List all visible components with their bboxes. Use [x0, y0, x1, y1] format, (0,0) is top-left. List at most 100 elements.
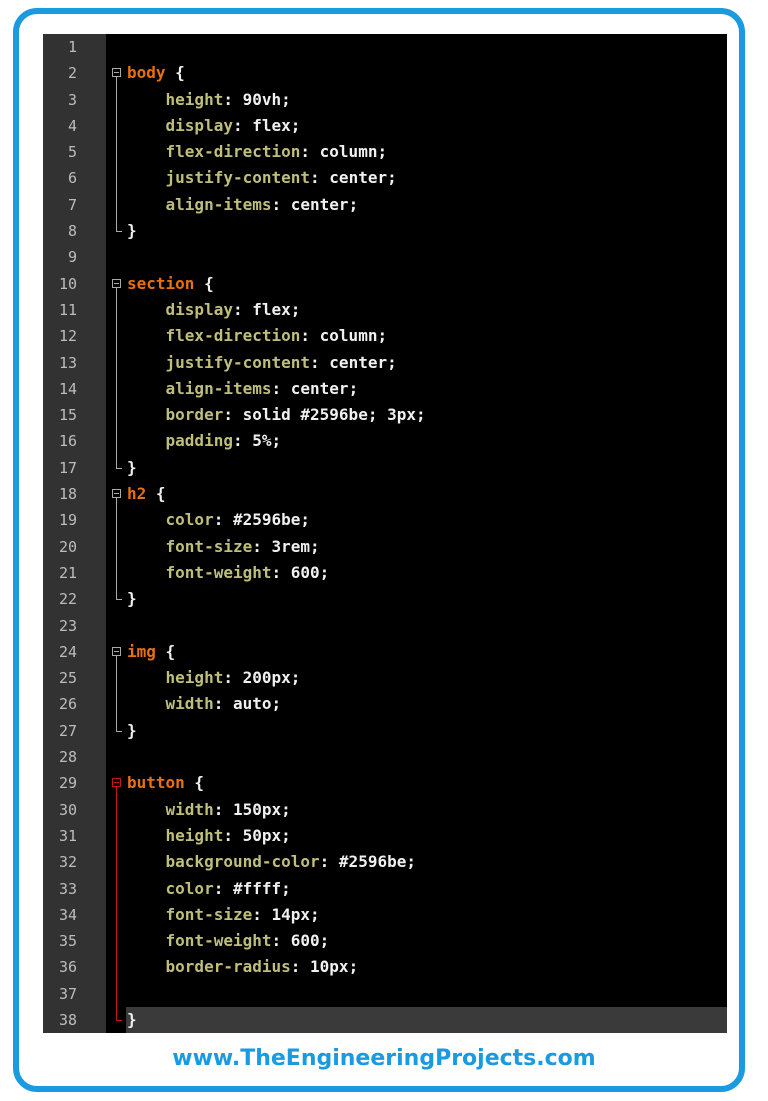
code-text: flex-direction: column;	[127, 323, 388, 349]
css-value: 600;	[290, 931, 330, 951]
code-line[interactable]: 38}	[43, 1006, 727, 1033]
line-number: 36	[58, 958, 77, 977]
code-text: font-size: 14px;	[127, 902, 320, 928]
code-line[interactable]: 22}	[43, 586, 727, 612]
code-line[interactable]: 20 font-size: 3rem;	[43, 534, 727, 560]
css-selector: h2	[127, 484, 147, 504]
code-text: display: flex;	[127, 113, 301, 139]
fold-guide-line	[116, 787, 117, 1021]
code-punctuation: :	[232, 115, 253, 135]
code-punctuation: :	[232, 431, 253, 451]
code-line[interactable]: 37	[43, 981, 727, 1007]
fold-end-marker	[116, 467, 122, 469]
code-text: color: #2596be;	[127, 507, 311, 533]
code-editor[interactable]: 1 2 body {3 height: 90vh; 4 display: flex; 5…	[43, 34, 727, 1033]
code-line[interactable]: 2 body {	[43, 60, 727, 86]
code-line[interactable]: 33 color: #ffff;	[43, 876, 727, 902]
code-punctuation	[127, 826, 166, 845]
line-number: 34	[58, 905, 77, 924]
code-line[interactable]: 16 padding: 5%;	[43, 428, 727, 454]
code-line[interactable]: 26 width: auto;	[43, 691, 727, 717]
css-selector: body	[127, 63, 166, 83]
css-value: column;	[319, 142, 388, 162]
fold-toggle-icon[interactable]	[112, 68, 121, 78]
css-value: column;	[319, 326, 388, 346]
code-line[interactable]: 4 display: flex;	[43, 113, 727, 139]
code-text: font-size: 3rem;	[127, 534, 320, 560]
code-line[interactable]: 31 height: 50px;	[43, 823, 727, 849]
line-number: 7	[67, 195, 77, 214]
code-line[interactable]: 10 section {	[43, 271, 727, 297]
fold-end-marker	[116, 231, 122, 233]
code-line[interactable]: 13 justify-content: center;	[43, 350, 727, 376]
code-line[interactable]: 6 justify-content: center;	[43, 165, 727, 191]
code-text: align-items: center;	[127, 192, 359, 218]
fold-toggle-icon[interactable]	[112, 278, 121, 288]
fold-toggle-icon[interactable]	[112, 646, 121, 656]
code-punctuation	[127, 668, 166, 687]
code-line[interactable]: 14 align-items: center;	[43, 376, 727, 402]
css-selector: img	[127, 641, 156, 661]
code-line[interactable]: 27}	[43, 718, 727, 744]
code-punctuation	[127, 116, 166, 135]
code-line[interactable]: 35 font-weight: 600;	[43, 928, 727, 954]
fold-toggle-icon[interactable]	[112, 778, 121, 788]
code-line[interactable]: 18 h2 {	[43, 481, 727, 507]
code-punctuation: {	[155, 641, 176, 661]
code-line[interactable]: 23	[43, 613, 727, 639]
code-line[interactable]: 29 button {	[43, 770, 727, 796]
css-value: center;	[290, 378, 359, 398]
line-number: 28	[58, 748, 77, 767]
code-punctuation: :	[223, 668, 243, 688]
code-line[interactable]: 19 color: #2596be;	[43, 507, 727, 533]
line-number: 29	[58, 774, 77, 793]
code-text: font-weight: 600;	[127, 560, 330, 586]
code-line[interactable]: 12 flex-direction: column;	[43, 323, 727, 349]
code-line[interactable]: 7 align-items: center;	[43, 192, 727, 218]
code-line[interactable]: 11 display: flex;	[43, 297, 727, 323]
code-line[interactable]: 5 flex-direction: column;	[43, 139, 727, 165]
code-line[interactable]: 17}	[43, 455, 727, 481]
code-line[interactable]: 30 width: 150px;	[43, 797, 727, 823]
code-line[interactable]: 32 background-color: #2596be;	[43, 849, 727, 875]
line-number: 19	[58, 511, 77, 530]
code-text: align-items: center;	[127, 376, 359, 402]
line-number: 27	[58, 721, 77, 740]
code-area[interactable]: 1 2 body {3 height: 90vh; 4 display: flex; 5…	[43, 34, 727, 1033]
css-property: font-weight	[165, 562, 272, 582]
code-line[interactable]: 1	[43, 34, 727, 60]
code-line[interactable]: 28	[43, 744, 727, 770]
code-line[interactable]: 34 font-size: 14px;	[43, 902, 727, 928]
css-value: 600;	[290, 562, 330, 582]
code-line[interactable]: 25 height: 200px;	[43, 665, 727, 691]
code-line[interactable]: 36 border-radius: 10px;	[43, 954, 727, 980]
code-line[interactable]: 24 img {	[43, 639, 727, 665]
code-line[interactable]: 8}	[43, 218, 727, 244]
css-value: #2596be;	[338, 852, 416, 872]
code-text: }	[127, 455, 137, 481]
css-property: border-radius	[165, 957, 291, 977]
code-punctuation	[127, 90, 166, 109]
line-number: 38	[58, 1010, 77, 1029]
code-punctuation: :	[213, 799, 233, 819]
code-punctuation	[127, 300, 166, 319]
code-line[interactable]: 3 height: 90vh;	[43, 87, 727, 113]
current-line-highlight	[126, 1006, 727, 1033]
line-number: 26	[58, 695, 77, 714]
css-value: flex;	[252, 299, 301, 319]
code-punctuation: {	[184, 773, 205, 793]
code-line[interactable]: 9	[43, 244, 727, 270]
code-punctuation	[127, 431, 166, 450]
code-punctuation: :	[223, 405, 243, 425]
code-line[interactable]: 15 border: solid #2596be; 3px;	[43, 402, 727, 428]
css-value: auto;	[232, 694, 282, 714]
line-number: 5	[67, 143, 77, 162]
fold-end-marker	[116, 1020, 122, 1022]
fold-toggle-icon[interactable]	[112, 489, 121, 499]
css-property: color	[165, 510, 214, 530]
line-number: 18	[58, 485, 77, 504]
code-line[interactable]: 21 font-weight: 600;	[43, 560, 727, 586]
css-property: height	[165, 89, 224, 109]
css-property: display	[165, 115, 233, 135]
code-punctuation: }	[127, 457, 137, 477]
